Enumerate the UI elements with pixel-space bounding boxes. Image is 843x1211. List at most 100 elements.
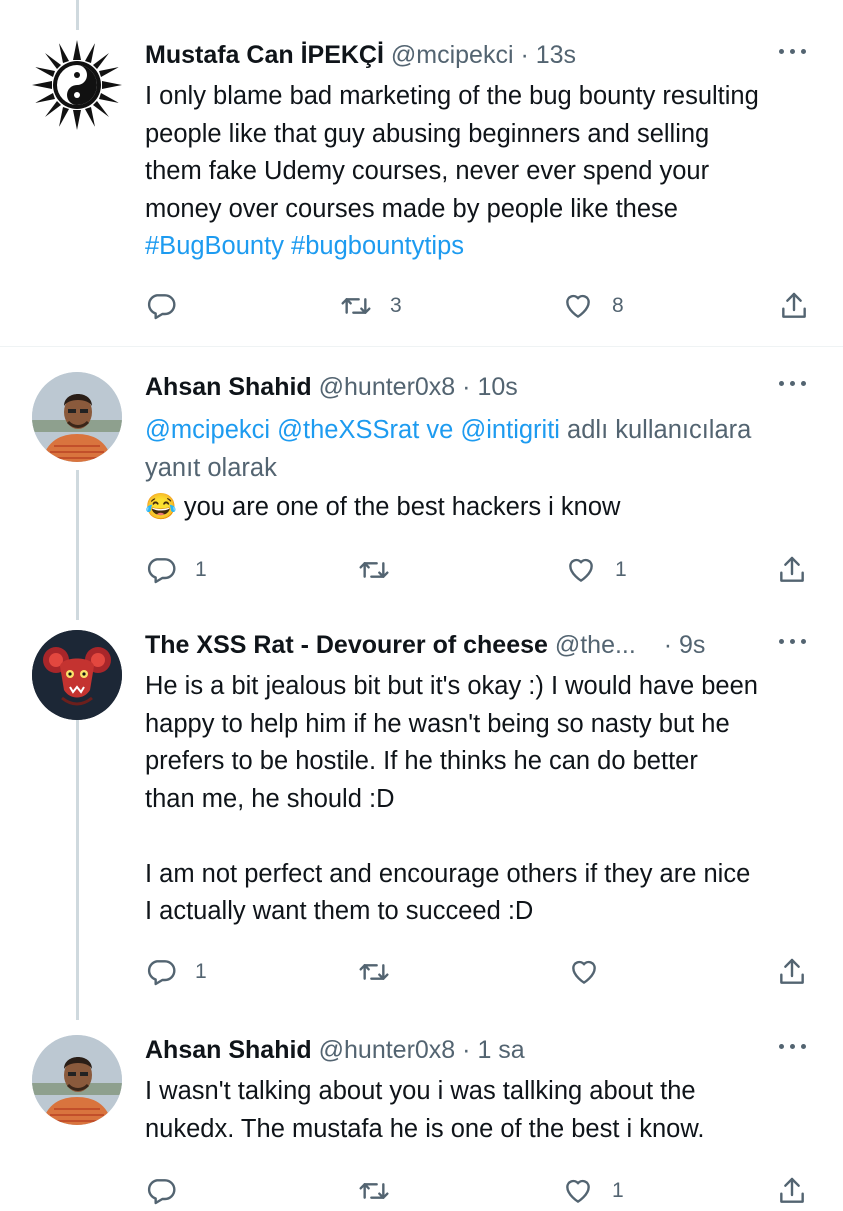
thread-line-top xyxy=(76,0,79,30)
like-icon xyxy=(569,558,593,582)
like-icon xyxy=(572,960,596,984)
like-button[interactable]: 1 xyxy=(562,1171,624,1211)
action-bar: 1 xyxy=(0,1171,843,1211)
share-button[interactable] xyxy=(778,286,810,326)
text-line: I am not perfect and encourage others if… xyxy=(145,859,751,888)
rat-avatar-icon xyxy=(32,630,122,720)
tweet-hunter0x8-reply[interactable]: Ahsan Shahid @hunter0x8 · 10s @mcipekci … xyxy=(0,372,843,602)
tweet-header: The XSS Rat - Devourer of cheese @the...… xyxy=(145,630,705,660)
tweet-header: Ahsan Shahid @hunter0x8 · 10s xyxy=(145,372,518,402)
tweet-text: I only blame bad marketing of the bug bo… xyxy=(145,78,815,266)
author-handle[interactable]: @mcipekci xyxy=(391,41,514,69)
reply-icon xyxy=(147,294,176,320)
retweet-button[interactable] xyxy=(358,550,408,590)
timestamp[interactable]: 10s xyxy=(477,373,517,401)
author-handle[interactable]: @hunter0x8 xyxy=(319,373,456,401)
tweet-hunter0x8[interactable]: Ahsan Shahid @hunter0x8 · 1 sa I wasn't … xyxy=(0,1035,843,1205)
author-name[interactable]: The XSS Rat - Devourer of cheese xyxy=(145,631,548,659)
action-bar: 1 xyxy=(0,952,843,992)
avatar[interactable] xyxy=(32,372,122,462)
share-icon xyxy=(782,292,806,318)
action-bar: 3 8 xyxy=(0,286,843,326)
text-line: happy to help him if he wasn't being so … xyxy=(145,709,730,738)
separator-dot: · xyxy=(462,1036,471,1064)
reply-icon xyxy=(147,558,176,584)
tweet-header: Mustafa Can İPEKÇİ @mcipekci · 13s xyxy=(145,40,576,70)
timestamp[interactable]: 13s xyxy=(536,41,576,69)
avatar[interactable] xyxy=(32,40,122,130)
share-icon xyxy=(780,1177,804,1203)
reply-button[interactable]: 1 xyxy=(145,952,207,992)
text-line: I only blame bad marketing of the bug bo… xyxy=(145,82,759,110)
separator-dot: · xyxy=(520,41,529,69)
reply-context: @mcipekci @theXSSrat ve @intigriti adlı … xyxy=(145,412,815,450)
divider xyxy=(0,346,843,347)
author-handle[interactable]: @the... xyxy=(555,631,636,659)
more-icon[interactable] xyxy=(778,626,808,656)
reply-button[interactable] xyxy=(145,1171,195,1211)
avatar[interactable] xyxy=(32,1035,122,1125)
share-button[interactable] xyxy=(776,952,808,992)
reply-icon xyxy=(147,960,176,986)
avatar[interactable] xyxy=(32,630,122,720)
reply-icon xyxy=(147,1179,176,1205)
tweet-header: Ahsan Shahid @hunter0x8 · 1 sa xyxy=(145,1035,525,1065)
reply-context-line2: yanıt olarak xyxy=(145,453,277,482)
text-line: people like that guy abusing beginners a… xyxy=(145,119,710,148)
tweet-text: @mcipekci @theXSSrat ve @intigriti adlı … xyxy=(145,412,815,527)
reply-mentions[interactable]: @mcipekci @theXSSrat ve @intigriti xyxy=(145,416,560,444)
timestamp[interactable]: 1 sa xyxy=(477,1036,524,1064)
tweet-text: He is a bit jealous bit but it's okay :)… xyxy=(145,668,815,931)
author-handle[interactable]: @hunter0x8 xyxy=(319,1036,456,1064)
text-line: I actually want them to succeed :D xyxy=(145,897,534,925)
share-button[interactable] xyxy=(776,550,808,590)
share-icon xyxy=(780,958,804,984)
retweet-button[interactable] xyxy=(358,1171,408,1211)
text-line: He is a bit jealous bit but it's okay :)… xyxy=(145,672,758,700)
reply-count: 1 xyxy=(195,558,207,581)
retweet-count: 3 xyxy=(390,294,402,317)
text-line: than me, he should :D xyxy=(145,784,395,813)
retweet-icon xyxy=(359,1183,389,1199)
author-name[interactable]: Ahsan Shahid xyxy=(145,1036,312,1064)
reply-button[interactable] xyxy=(145,286,195,326)
retweet-icon xyxy=(359,562,389,578)
reply-button[interactable]: 1 xyxy=(145,550,207,590)
share-icon xyxy=(780,556,804,582)
text-content: you are one of the best hackers i know xyxy=(183,493,621,521)
text-line: them fake Udemy courses, never ever spen… xyxy=(145,157,710,185)
laughing-emoji-icon: 😂 xyxy=(145,493,177,521)
timestamp[interactable]: 9s xyxy=(679,631,705,659)
hashtag-link[interactable]: #bugbountytips xyxy=(291,232,464,260)
retweet-button[interactable]: 3 xyxy=(340,286,402,326)
like-button[interactable]: 1 xyxy=(565,550,627,590)
separator-dot: · xyxy=(663,631,673,659)
hashtag-link[interactable]: #BugBounty xyxy=(145,232,284,260)
like-button[interactable]: 8 xyxy=(562,286,624,326)
text-line: money over courses made by people like t… xyxy=(145,194,678,223)
author-name[interactable]: Mustafa Can İPEKÇİ xyxy=(145,41,384,69)
retweet-button[interactable] xyxy=(358,952,408,992)
retweet-icon xyxy=(359,964,389,980)
like-count: 8 xyxy=(612,294,624,317)
share-button[interactable] xyxy=(776,1171,808,1211)
more-icon[interactable] xyxy=(778,36,808,66)
text-line: I wasn't talking about you i was tallkin… xyxy=(145,1077,696,1105)
person-avatar-icon xyxy=(32,372,122,462)
person-avatar-icon xyxy=(32,1035,122,1125)
like-button[interactable] xyxy=(568,952,618,992)
like-icon xyxy=(566,1179,590,1203)
like-count: 1 xyxy=(612,1179,624,1202)
author-name[interactable]: Ahsan Shahid xyxy=(145,373,312,401)
text-line: 😂 you are one of the best hackers i know xyxy=(145,489,815,527)
separator-dot: · xyxy=(462,373,471,401)
tweet-text: I wasn't talking about you i was tallkin… xyxy=(145,1073,815,1148)
tweet-mcipekci[interactable]: Mustafa Can İPEKÇİ @mcipekci · 13s I onl… xyxy=(0,40,843,340)
more-icon[interactable] xyxy=(778,1031,808,1061)
action-bar: 1 1 xyxy=(0,550,843,590)
more-icon[interactable] xyxy=(778,368,808,398)
text-line: nukedx. The mustafa he is one of the bes… xyxy=(145,1114,705,1143)
tweet-thexssrat[interactable]: The XSS Rat - Devourer of cheese @the...… xyxy=(0,630,843,1000)
text-line: prefers to be hostile. If he thinks he c… xyxy=(145,747,698,775)
